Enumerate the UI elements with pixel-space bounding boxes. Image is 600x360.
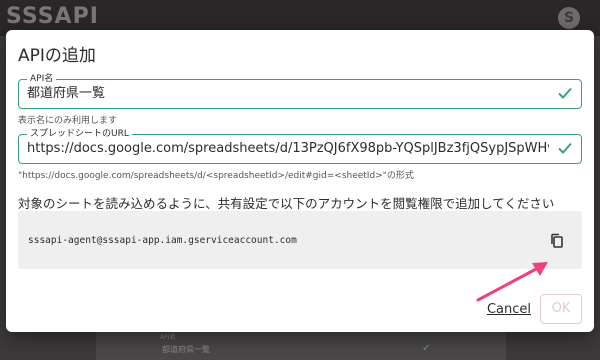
check-icon — [558, 142, 572, 154]
api-name-field[interactable]: API名 都道府県一覧 — [18, 72, 582, 109]
avatar[interactable]: S — [558, 7, 580, 29]
sheet-url-input[interactable]: https://docs.google.com/spreadsheets/d/1… — [27, 141, 549, 157]
share-instruction: 対象のシートを読み込めるように、共有設定で以下のアカウントを閲覧権限で追加してく… — [18, 196, 555, 211]
api-name-label: API名 — [27, 72, 57, 86]
avatar-letter: S — [563, 10, 575, 26]
api-name-helper: 表示名にのみ利用します — [18, 116, 118, 126]
sheet-url-field[interactable]: スプレッドシートのURL https://docs.google.com/spr… — [18, 127, 582, 164]
service-account-email: sssapi-agent@sssapi-app.iam.gserviceacco… — [28, 235, 297, 246]
app-logo: SSSAPI — [6, 4, 99, 29]
sheet-url-label: スプレッドシートのURL — [27, 127, 132, 141]
dialog-title: APIの追加 — [18, 46, 96, 66]
background-field-label: API名 — [160, 334, 176, 341]
background-form — [96, 330, 506, 360]
ok-button[interactable]: OK — [540, 294, 582, 324]
background-field-value: 都道府県一覧 — [162, 345, 210, 354]
copy-icon[interactable] — [548, 232, 566, 250]
api-name-input[interactable]: 都道府県一覧 — [27, 86, 549, 102]
cancel-button[interactable]: Cancel — [482, 296, 536, 324]
sheet-url-helper: "https://docs.google.com/spreadsheets/d/… — [18, 171, 414, 181]
add-api-dialog: APIの追加 API名 都道府県一覧 表示名にのみ利用します スプレッドシートの… — [6, 30, 594, 332]
background-check-icon: ✓ — [422, 343, 431, 354]
check-icon — [558, 87, 572, 99]
